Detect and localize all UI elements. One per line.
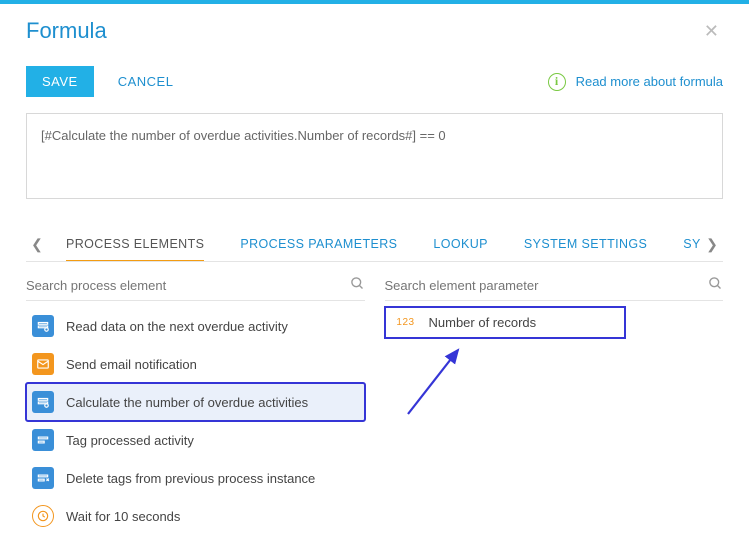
delete-icon [32, 467, 54, 489]
read-more-label: Read more about formula [576, 74, 723, 89]
process-element-item[interactable]: Read data on the next overdue activity [26, 307, 365, 345]
tab-process-parameters[interactable]: PROCESS PARAMETERS [240, 227, 397, 261]
tag-icon [32, 429, 54, 451]
search-icon[interactable] [708, 276, 723, 294]
search-process-element-input[interactable] [26, 278, 350, 293]
process-element-item[interactable]: Calculate the number of overdue activiti… [26, 383, 365, 421]
parameter-number-of-records[interactable]: 123 Number of records [385, 307, 625, 338]
page-title: Formula [26, 18, 107, 44]
read-icon [32, 315, 54, 337]
formula-input[interactable]: [#Calculate the number of overdue activi… [26, 113, 723, 199]
tabs-scroll-left-icon[interactable]: ❮ [26, 236, 48, 253]
parameter-label: Number of records [429, 315, 537, 330]
process-element-label: Delete tags from previous process instan… [66, 471, 315, 486]
tabs-scroll-right-icon[interactable]: ❯ [701, 236, 723, 253]
timer-icon [32, 505, 54, 527]
tab-lookup[interactable]: LOOKUP [433, 227, 488, 261]
process-element-item[interactable]: Send email notification [26, 345, 365, 383]
number-type-icon: 123 [395, 317, 417, 328]
save-button[interactable]: SAVE [26, 66, 94, 97]
process-element-label: Read data on the next overdue activity [66, 319, 288, 334]
cancel-button[interactable]: CANCEL [118, 74, 174, 89]
process-element-item[interactable]: Wait for 10 seconds [26, 497, 365, 535]
read-more-link[interactable]: i Read more about formula [548, 73, 723, 91]
formula-text: [#Calculate the number of overdue activi… [41, 128, 446, 143]
process-element-item[interactable]: Delete tags from previous process instan… [26, 459, 365, 497]
process-element-label: Send email notification [66, 357, 197, 372]
process-element-label: Calculate the number of overdue activiti… [66, 395, 308, 410]
process-element-item[interactable]: Tag processed activity [26, 421, 365, 459]
process-element-label: Tag processed activity [66, 433, 194, 448]
tab-system-settings[interactable]: SYSTEM SETTINGS [524, 227, 647, 261]
close-icon[interactable]: ✕ [700, 18, 723, 44]
search-element-parameter-input[interactable] [385, 278, 709, 293]
read-icon [32, 391, 54, 413]
email-icon [32, 353, 54, 375]
process-element-label: Wait for 10 seconds [66, 509, 180, 524]
info-icon: i [548, 73, 566, 91]
search-icon[interactable] [350, 276, 365, 294]
tab-system[interactable]: SYSTEM [683, 227, 701, 261]
tab-process-elements[interactable]: PROCESS ELEMENTS [66, 227, 204, 261]
